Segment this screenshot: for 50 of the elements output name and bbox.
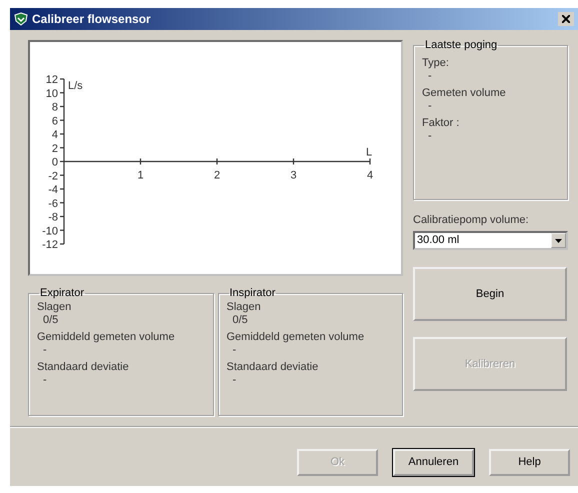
- field-label: Calibratiepomp volume:: [413, 214, 530, 227]
- tick-label: 2: [214, 170, 220, 182]
- group-title: Expirator: [39, 288, 86, 299]
- field-value: -: [427, 130, 433, 143]
- dialog-button[interactable]: Help: [489, 449, 570, 476]
- field-label: Slagen: [37, 301, 72, 314]
- tick-label: 6: [52, 115, 58, 128]
- tick-label: 12: [46, 74, 58, 86]
- tick-label: 10: [46, 88, 58, 100]
- field-label: Gemiddeld gemeten volume: [37, 331, 176, 344]
- caret-icon: [555, 238, 562, 242]
- tick-label: -8: [48, 212, 58, 224]
- tick-label: 8: [52, 102, 58, 114]
- field-value: -: [427, 70, 433, 83]
- field-label: Type:: [422, 57, 450, 70]
- field-value: -: [42, 344, 48, 357]
- field-value: 0/5: [42, 314, 60, 327]
- axis-label: L/s: [68, 80, 83, 92]
- field-value: -: [42, 374, 48, 387]
- field-value: 0/5: [232, 314, 249, 327]
- field-label: Standaard deviatie: [226, 361, 320, 374]
- tick-label: 0: [52, 156, 58, 168]
- close-button[interactable]: [558, 12, 574, 26]
- axis-label: L: [366, 146, 372, 158]
- side-button[interactable]: Begin: [413, 267, 567, 321]
- tick-label: 2: [52, 142, 58, 155]
- field-value: -: [232, 344, 238, 357]
- field-label: Gemeten volume: [422, 87, 507, 100]
- field-value: -: [232, 374, 238, 387]
- close-icon: [562, 15, 570, 23]
- tick-label: -6: [48, 198, 58, 210]
- field-value: -: [427, 100, 433, 113]
- field-label: Slagen: [226, 301, 262, 314]
- tick-label: -10: [42, 225, 58, 238]
- group-title: Laatste poging: [424, 40, 498, 51]
- field-label: Standaard deviatie: [37, 361, 130, 374]
- group-title: Inspirator: [228, 288, 276, 299]
- field-label: Gemiddeld gemeten volume: [226, 331, 366, 344]
- window-title: Calibreer flowsensor: [32, 11, 151, 28]
- tick-label: 3: [290, 170, 297, 182]
- tick-label: 4: [52, 129, 58, 141]
- shield-icon: [14, 12, 28, 26]
- tick-label: -2: [48, 170, 58, 182]
- volume-dropdown[interactable]: 30.00 ml: [413, 231, 568, 250]
- tick-label: 4: [366, 170, 374, 182]
- tick-label: -4: [48, 184, 58, 196]
- dialog-button[interactable]: Annuleren: [393, 449, 474, 476]
- field-label: Faktor :: [422, 117, 460, 130]
- tick-label: -12: [42, 239, 58, 251]
- tick-label: 1: [137, 170, 144, 182]
